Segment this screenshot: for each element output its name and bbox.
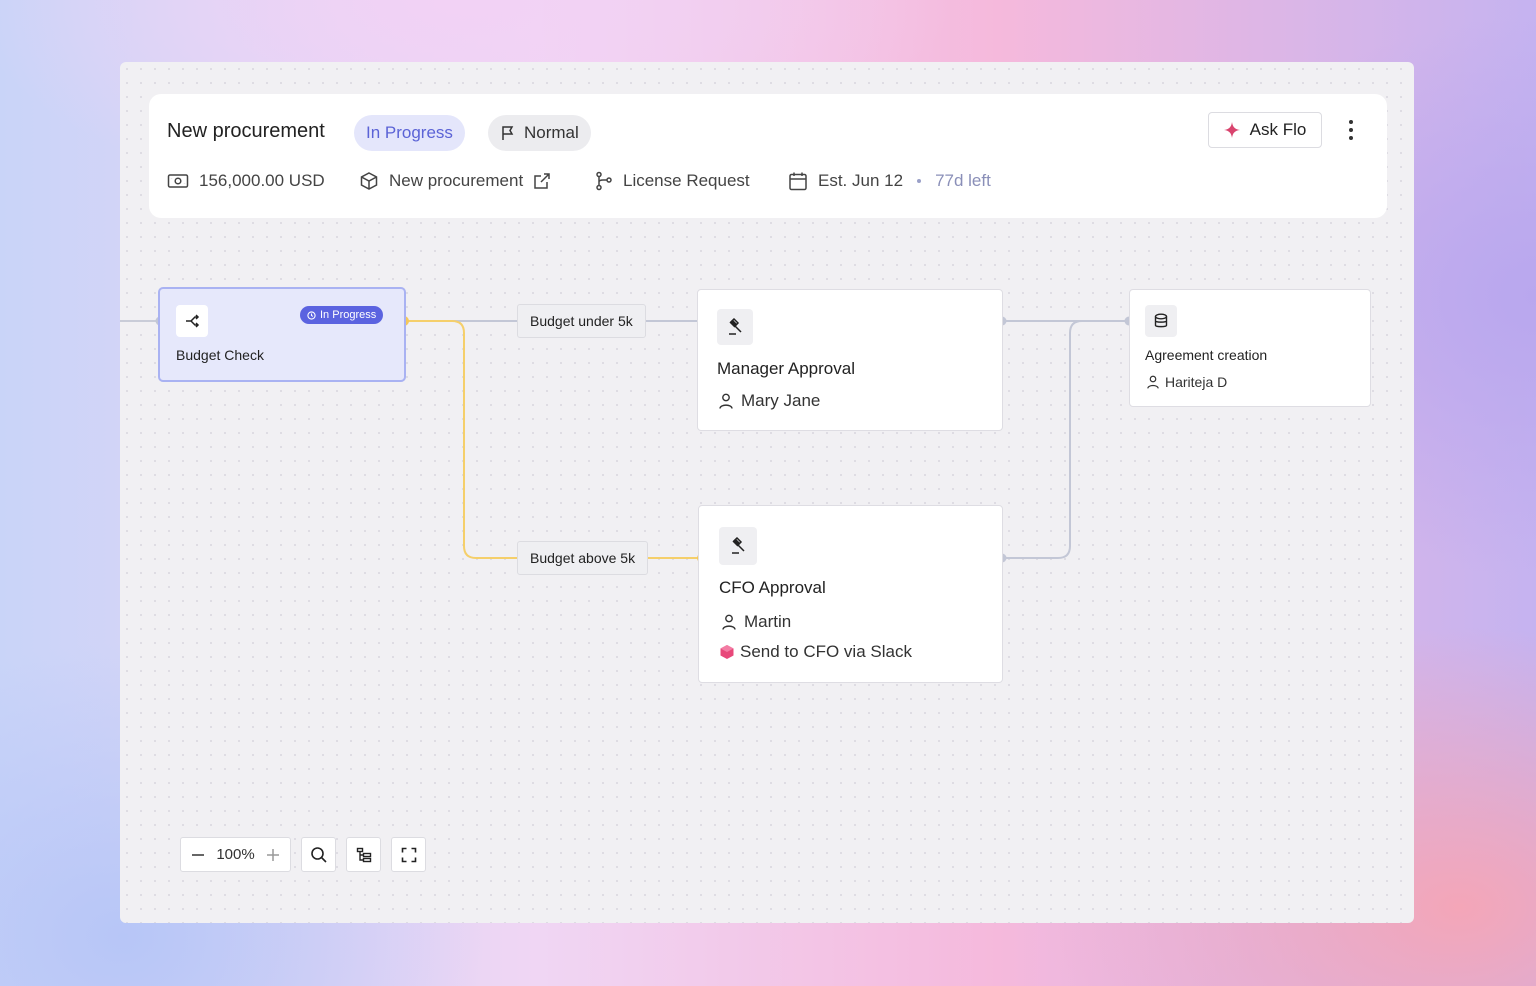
gavel-icon — [729, 318, 742, 335]
node-assignee: Martin — [722, 612, 791, 632]
amount-value: 156,000.00 USD — [199, 171, 325, 190]
node-title: Agreement creation — [1145, 347, 1268, 363]
flag-icon — [502, 126, 514, 140]
page-title: New procurement — [167, 120, 325, 142]
more-options-icon[interactable] — [1344, 116, 1358, 144]
separator-dot — [917, 179, 922, 183]
node-icon-box — [1145, 305, 1177, 337]
node-icon-box — [717, 309, 753, 345]
fullscreen-icon — [401, 847, 416, 862]
due-date-label: Est. Jun 12 — [818, 171, 904, 190]
priority-label: Normal — [524, 123, 579, 142]
zoom-in-icon[interactable] — [266, 848, 280, 862]
node-title: Manager Approval — [717, 359, 855, 378]
assignee-name: Hariteja D — [1165, 374, 1228, 390]
node-status-badge: In Progress — [300, 306, 384, 324]
ask-flo-button[interactable]: Ask Flo — [1208, 112, 1322, 148]
node-manager-approval[interactable]: Manager Approval Mary Jane — [697, 289, 1003, 431]
priority-badge[interactable]: Normal — [488, 115, 591, 151]
ask-flo-label: Ask Flo — [1249, 120, 1307, 139]
node-title: Budget Check — [176, 347, 264, 363]
workflow-canvas[interactable]: New procurement In Progress Normal Ask F… — [120, 62, 1414, 923]
clock-icon — [307, 310, 316, 320]
zoom-level: 100% — [216, 846, 255, 863]
git-branch-icon — [596, 171, 612, 191]
database-icon — [1154, 313, 1168, 328]
slack-icon — [720, 645, 734, 659]
workflow-field[interactable]: License Request — [595, 168, 750, 194]
request-link[interactable]: New procurement — [359, 168, 551, 194]
node-title: CFO Approval — [719, 578, 826, 597]
workflow-label: License Request — [623, 171, 750, 190]
sparkle-icon — [1223, 122, 1240, 138]
edge-label-budget-under[interactable]: Budget under 5k — [517, 304, 646, 338]
external-link-icon — [534, 173, 550, 189]
tree-layout-button[interactable] — [346, 837, 381, 872]
search-icon — [310, 846, 327, 863]
edge-label-budget-above[interactable]: Budget above 5k — [517, 541, 649, 575]
user-icon — [1147, 375, 1159, 389]
node-icon-box — [176, 305, 208, 337]
amount-field: 156,000.00 USD — [167, 168, 325, 194]
calendar-icon — [789, 172, 807, 191]
node-budget-check[interactable]: In Progress Budget Check — [158, 287, 406, 382]
action-label: Send to CFO via Slack — [740, 642, 912, 661]
assignee-name: Mary Jane — [741, 391, 821, 410]
time-left-label: 77d left — [935, 171, 991, 190]
due-date-field: Est. Jun 12 77d left — [788, 168, 991, 194]
status-badge[interactable]: In Progress — [354, 115, 465, 151]
gavel-icon — [732, 537, 745, 554]
fullscreen-button[interactable] — [391, 837, 426, 872]
cash-icon — [167, 174, 189, 188]
split-icon — [186, 314, 200, 328]
package-icon — [360, 172, 378, 190]
user-icon — [719, 393, 733, 409]
zoom-out-icon[interactable] — [191, 848, 205, 862]
node-status-label: In Progress — [320, 309, 377, 321]
tree-icon — [356, 847, 371, 862]
node-assignee: Mary Jane — [719, 391, 820, 411]
assignee-name: Martin — [744, 612, 792, 631]
request-link-label: New procurement — [389, 171, 524, 190]
node-assignee: Hariteja D — [1147, 374, 1227, 390]
zoom-control: 100% — [180, 837, 291, 872]
request-header: New procurement In Progress Normal Ask F… — [149, 94, 1387, 218]
user-icon — [722, 614, 736, 630]
node-action: Send to CFO via Slack — [719, 642, 912, 662]
search-button[interactable] — [301, 837, 336, 872]
node-agreement-creation[interactable]: Agreement creation Hariteja D — [1129, 289, 1371, 407]
node-icon-box — [719, 527, 757, 565]
node-cfo-approval[interactable]: CFO Approval Martin Send to CFO via Slac… — [698, 505, 1003, 683]
